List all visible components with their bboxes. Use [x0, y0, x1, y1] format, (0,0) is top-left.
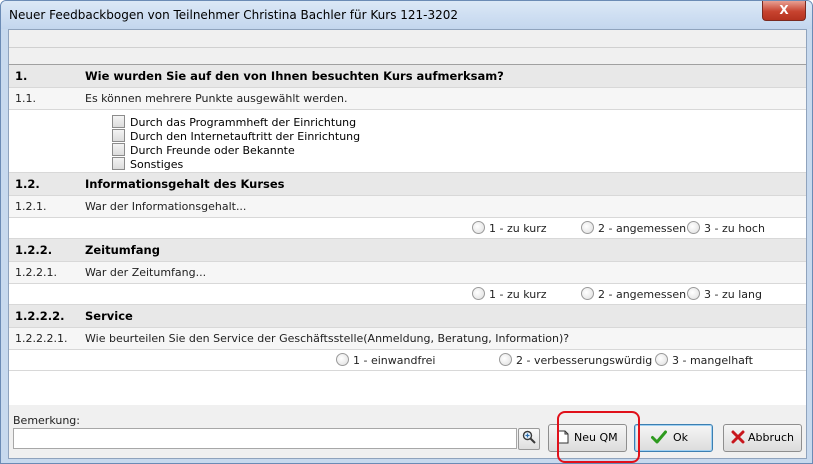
checkbox[interactable]	[112, 157, 125, 170]
section-header: 1.2.2. Zeitumfang	[9, 239, 806, 262]
x-mark-icon	[731, 430, 745, 444]
radio-button[interactable]	[687, 221, 700, 234]
close-button[interactable]: X	[762, 1, 806, 21]
checkbox[interactable]	[112, 143, 125, 156]
radio-option-3[interactable]: 3 - zu lang	[687, 287, 762, 301]
bottom-panel: Bemerkung: Neu QM Ok Abbruch	[9, 405, 806, 458]
checkbox-label: Sonstiges	[130, 158, 184, 171]
radio-label: 1 - zu kurz	[489, 222, 547, 235]
radio-label: 2 - angemessen	[598, 222, 687, 235]
section-number: 1.2.2.2.	[15, 309, 65, 323]
radio-option-1[interactable]: 1 - einwandfrei	[336, 353, 435, 367]
question-row: 1.1. Es können mehrere Punkte ausgewählt…	[9, 88, 806, 110]
section-title: Zeitumfang	[85, 243, 160, 257]
cancel-label: Abbruch	[748, 431, 795, 444]
radio-label: 2 - angemessen	[598, 288, 687, 301]
question-text: War der Zeitumfang...	[85, 266, 207, 279]
title-bar: Neuer Feedbackbogen von Teilnehmer Chris…	[1, 1, 812, 29]
checkbox-internetauftritt[interactable]: Durch den Internetauftritt der Einrichtu…	[112, 129, 361, 143]
question-row: 1.2.1. War der Informationsgehalt...	[9, 196, 806, 218]
radio-option-2[interactable]: 2 - verbesserungswürdig	[499, 353, 652, 367]
section-number: 1.2.2.	[15, 243, 53, 257]
radio-group: 1 - zu kurz 2 - angemessen 3 - zu hoch	[9, 218, 806, 239]
remark-label: Bemerkung:	[13, 414, 80, 427]
section-header: 1.2. Informationsgehalt des Kurses	[9, 173, 806, 196]
radio-option-1[interactable]: 1 - zu kurz	[472, 221, 547, 235]
radio-option-2[interactable]: 2 - angemessen	[581, 287, 686, 301]
question-text: Es können mehrere Punkte ausgewählt werd…	[85, 92, 348, 105]
question-row: 1.2.2.2.1. Wie beurteilen Sie den Servic…	[9, 328, 806, 350]
section-number: 1.2.	[15, 177, 40, 191]
checkbox[interactable]	[112, 129, 125, 142]
question-number: 1.2.2.2.1.	[15, 332, 68, 345]
ok-button[interactable]: Ok	[634, 424, 713, 452]
question-text: War der Informationsgehalt...	[85, 200, 247, 213]
checkbox-group: Durch das Programmheft der Einrichtung D…	[9, 110, 806, 173]
radio-button[interactable]	[336, 353, 349, 366]
radio-button[interactable]	[472, 221, 485, 234]
radio-button[interactable]	[655, 353, 668, 366]
checkmark-icon	[651, 430, 667, 444]
cancel-button[interactable]: Abbruch	[723, 424, 802, 452]
checkbox-freunde[interactable]: Durch Freunde oder Bekannte	[112, 143, 295, 157]
radio-option-3[interactable]: 3 - zu hoch	[687, 221, 765, 235]
magnifier-icon	[522, 430, 536, 444]
section-title: Service	[85, 309, 133, 323]
checkbox[interactable]	[112, 115, 125, 128]
section-title: Informationsgehalt des Kurses	[85, 177, 285, 191]
window-title: Neuer Feedbackbogen von Teilnehmer Chris…	[9, 8, 459, 22]
radio-button[interactable]	[499, 353, 512, 366]
zoom-button[interactable]	[518, 428, 540, 450]
top-strip	[9, 30, 806, 64]
divider	[9, 47, 806, 48]
checkbox-programmheft[interactable]: Durch das Programmheft der Einrichtung	[112, 115, 357, 129]
checkbox-label: Durch den Internetauftritt der Einrichtu…	[130, 130, 361, 143]
checkbox-sonstiges[interactable]: Sonstiges	[112, 157, 184, 171]
radio-group: 1 - einwandfrei 2 - verbesserungswürdig …	[9, 350, 806, 371]
section-title: Wie wurden Sie auf den von Ihnen besucht…	[85, 69, 504, 83]
radio-button[interactable]	[687, 287, 700, 300]
section-header: 1. Wie wurden Sie auf den von Ihnen besu…	[9, 65, 806, 88]
checkbox-label: Durch das Programmheft der Einrichtung	[130, 116, 357, 129]
radio-label: 3 - zu lang	[704, 288, 762, 301]
radio-button[interactable]	[581, 287, 594, 300]
radio-button[interactable]	[472, 287, 485, 300]
ok-label: Ok	[673, 431, 689, 444]
radio-label: 1 - zu kurz	[489, 288, 547, 301]
radio-label: 1 - einwandfrei	[353, 354, 436, 367]
question-number: 1.2.2.1.	[15, 266, 57, 279]
dialog-client-area: 1. Wie wurden Sie auf den von Ihnen besu…	[8, 29, 807, 459]
questionnaire-form[interactable]: 1. Wie wurden Sie auf den von Ihnen besu…	[9, 64, 806, 406]
radio-label: 3 - zu hoch	[704, 222, 765, 235]
question-row: 1.2.2.1. War der Zeitumfang...	[9, 262, 806, 284]
section-header: 1.2.2.2. Service	[9, 305, 806, 328]
radio-option-2[interactable]: 2 - angemessen	[581, 221, 686, 235]
radio-group: 1 - zu kurz 2 - angemessen 3 - zu lang	[9, 284, 806, 305]
radio-button[interactable]	[581, 221, 594, 234]
section-number: 1.	[15, 69, 28, 83]
question-text: Wie beurteilen Sie den Service der Gesch…	[85, 332, 570, 345]
radio-option-1[interactable]: 1 - zu kurz	[472, 287, 547, 301]
question-number: 1.2.1.	[15, 200, 47, 213]
remark-input[interactable]	[13, 428, 517, 449]
feedback-dialog-window: Neuer Feedbackbogen von Teilnehmer Chris…	[0, 0, 813, 464]
radio-label: 2 - verbesserungswürdig	[516, 354, 653, 367]
radio-option-3[interactable]: 3 - mangelhaft	[655, 353, 753, 367]
highlight-annotation	[557, 411, 640, 463]
radio-label: 3 - mangelhaft	[672, 354, 753, 367]
question-number: 1.1.	[15, 92, 36, 105]
checkbox-label: Durch Freunde oder Bekannte	[130, 144, 295, 157]
